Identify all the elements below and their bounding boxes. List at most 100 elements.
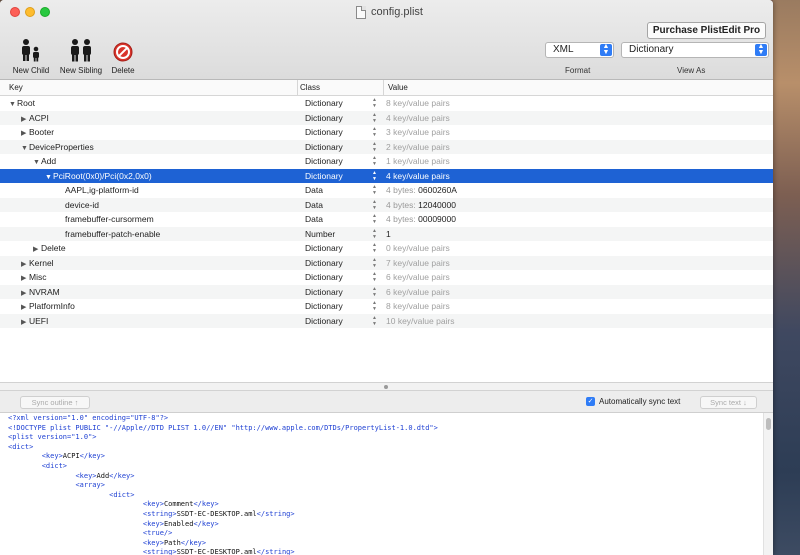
class-stepper-icon[interactable]: ▲ ▼ xyxy=(372,300,377,312)
outline-row[interactable]: framebuffer-patch-enable Number ▲ ▼ 1 xyxy=(0,226,773,242)
row-class[interactable]: Dictionary xyxy=(305,314,343,329)
class-stepper-icon[interactable]: ▲ ▼ xyxy=(372,315,377,327)
class-stepper-icon[interactable]: ▲ ▼ xyxy=(372,170,377,182)
outline-row[interactable]: ▼DeviceProperties Dictionary ▲ ▼ 2 key/value… xyxy=(0,139,773,155)
outline-row[interactable]: ▶ UEFI Dictionary ▲ ▼ 10 key/value pairs xyxy=(0,313,773,331)
format-popup[interactable]: XML ▲ ▼ xyxy=(545,42,614,58)
code-line: <array> xyxy=(8,481,763,491)
row-value-text: 6 key/value pairs xyxy=(386,272,450,282)
sync-text-button[interactable]: Sync text ↓ xyxy=(700,396,757,409)
outline-row[interactable]: ▼PciRoot(0x0)/Pci(0x2,0x0) Dictionary ▲ ▼ 4 … xyxy=(0,168,773,184)
row-class[interactable]: Number xyxy=(305,227,335,242)
zoom-window-button[interactable] xyxy=(40,7,50,17)
outline-row[interactable]: ▶ PlatformInfo Dictionary ▲ ▼ 8 key/value pai… xyxy=(0,299,773,314)
xml-text xyxy=(8,500,143,508)
close-window-button[interactable] xyxy=(10,7,20,17)
outline-row[interactable]: ▶ Booter Dictionary ▲ ▼ 3 key/value pairs xyxy=(0,125,773,140)
new-sibling-button[interactable]: New Sibling xyxy=(55,38,107,75)
auto-sync-checkbox[interactable]: ✓ xyxy=(586,397,595,406)
row-value-text: 0600260A xyxy=(418,185,457,195)
class-stepper-icon[interactable]: ▲ ▼ xyxy=(372,141,377,153)
purchase-button[interactable]: Purchase PlistEdit Pro xyxy=(647,22,766,39)
row-class[interactable]: Dictionary xyxy=(305,125,343,140)
row-value-text: 4 key/value pairs xyxy=(386,170,450,181)
outline-row[interactable]: ▶ NVRAM Dictionary ▲ ▼ 6 key/value pairs xyxy=(0,284,773,300)
row-value[interactable]: 6 key/value pairs xyxy=(386,285,450,300)
row-value[interactable]: 6 key/value pairs xyxy=(386,270,450,285)
format-caption: Format xyxy=(565,66,591,75)
class-stepper-icon[interactable]: ▲ ▼ xyxy=(372,97,377,109)
row-value[interactable]: 4 key/value pairs xyxy=(386,169,450,184)
row-class[interactable]: Dictionary xyxy=(305,96,343,111)
row-class[interactable]: Dictionary xyxy=(305,241,343,256)
class-stepper-icon[interactable]: ▲ ▼ xyxy=(372,112,377,124)
class-stepper-icon[interactable]: ▲ ▼ xyxy=(372,126,377,138)
class-stepper-icon[interactable]: ▲ ▼ xyxy=(372,242,377,254)
minimize-window-button[interactable] xyxy=(25,7,35,17)
row-class[interactable]: Data xyxy=(305,198,323,213)
row-value[interactable]: 4 bytes: 00009000 xyxy=(386,212,456,227)
row-value[interactable]: 7 key/value pairs xyxy=(386,256,450,271)
row-value[interactable]: 4 bytes: 0600260A xyxy=(386,183,457,198)
class-stepper-icon[interactable]: ▲ ▼ xyxy=(372,213,377,225)
pane-splitter[interactable] xyxy=(0,382,773,391)
outline-row[interactable]: ▶ ACPI Dictionary ▲ ▼ 4 key/value pairs xyxy=(0,110,773,126)
row-key-text: AAPL,ig-platform-id xyxy=(65,185,139,195)
row-value[interactable]: 8 key/value pairs xyxy=(386,96,450,111)
editor-scroll-thumb[interactable] xyxy=(766,418,771,430)
code-line: <string>SSDT-EC-DESKTOP.aml</string> xyxy=(8,548,763,555)
row-value[interactable]: 0 key/value pairs xyxy=(386,241,450,256)
outline-row[interactable]: ▶ Delete Dictionary ▲ ▼ 0 key/value pairs xyxy=(0,241,773,256)
outline-row[interactable]: ▼Root Dictionary ▲ ▼ 8 key/value pairs xyxy=(0,96,773,111)
row-value[interactable]: 1 key/value pairs xyxy=(386,154,450,169)
class-stepper-icon[interactable]: ▲ ▼ xyxy=(372,184,377,196)
outline-row[interactable]: device-id Data ▲ ▼ 4 bytes: 12040000 xyxy=(0,197,773,213)
outline-row[interactable]: ▶ Misc Dictionary ▲ ▼ 6 key/value pairs xyxy=(0,270,773,285)
row-value[interactable]: 8 key/value pairs xyxy=(386,299,450,314)
row-class[interactable]: Dictionary xyxy=(305,285,343,300)
code-line: <key>Comment</key> xyxy=(8,500,763,510)
row-value[interactable]: 10 key/value pairs xyxy=(386,314,455,329)
editor-scrollbar[interactable] xyxy=(763,413,773,555)
class-stepper-icon[interactable]: ▲ ▼ xyxy=(372,155,377,167)
delete-button[interactable]: Delete xyxy=(106,38,140,75)
disclosure-closed-icon[interactable]: ▶ xyxy=(21,316,29,331)
row-class[interactable]: Dictionary xyxy=(305,256,343,271)
row-key-text: Kernel xyxy=(29,257,54,268)
outline-row[interactable]: framebuffer-cursormem Data ▲ ▼ 4 bytes: 0000… xyxy=(0,212,773,227)
row-class[interactable]: Data xyxy=(305,212,323,227)
outline-row[interactable]: AAPL,ig-platform-id Data ▲ ▼ 4 bytes: 060026… xyxy=(0,183,773,198)
row-class[interactable]: Dictionary xyxy=(305,111,343,126)
plistedit-window: config.plist Purchase PlistEdit Pro New … xyxy=(0,0,773,555)
row-value[interactable]: 1 xyxy=(386,227,391,242)
column-header-value[interactable]: Value xyxy=(388,83,408,92)
view-as-popup[interactable]: Dictionary ▲ ▼ xyxy=(621,42,769,58)
class-stepper-icon[interactable]: ▲ ▼ xyxy=(372,271,377,283)
new-child-label: New Child xyxy=(12,66,50,75)
xml-text-editor[interactable]: <?xml version="1.0" encoding="UTF-8"?> <!… xyxy=(0,413,763,555)
row-value[interactable]: 4 bytes: 12040000 xyxy=(386,198,456,213)
class-stepper-icon[interactable]: ▲ ▼ xyxy=(372,199,377,211)
class-stepper-icon[interactable]: ▲ ▼ xyxy=(372,228,377,240)
class-stepper-icon[interactable]: ▲ ▼ xyxy=(372,286,377,298)
column-header-key[interactable]: Key xyxy=(9,83,23,92)
class-stepper-icon[interactable]: ▲ ▼ xyxy=(372,257,377,269)
row-class[interactable]: Dictionary xyxy=(305,299,343,314)
outline-row[interactable]: ▶ Kernel Dictionary ▲ ▼ 7 key/value pairs xyxy=(0,255,773,271)
new-child-button[interactable]: New Child xyxy=(7,38,55,75)
column-header-class[interactable]: Class xyxy=(300,83,320,92)
column-divider[interactable] xyxy=(297,80,298,96)
row-class[interactable]: Dictionary xyxy=(305,169,343,184)
xml-text xyxy=(8,472,75,480)
row-value[interactable]: 3 key/value pairs xyxy=(386,125,450,140)
sync-outline-button[interactable]: Sync outline ↑ xyxy=(20,396,90,409)
outline-row[interactable]: ▼Add Dictionary ▲ ▼ 1 key/value pairs xyxy=(0,154,773,169)
auto-sync-toggle[interactable]: ✓ Automatically sync text xyxy=(586,397,680,406)
row-class[interactable]: Dictionary xyxy=(305,154,343,169)
column-divider[interactable] xyxy=(383,80,384,96)
row-class[interactable]: Dictionary xyxy=(305,270,343,285)
row-class[interactable]: Data xyxy=(305,183,323,198)
row-value[interactable]: 4 key/value pairs xyxy=(386,111,450,126)
row-value[interactable]: 2 key/value pairs xyxy=(386,140,450,155)
row-class[interactable]: Dictionary xyxy=(305,140,343,155)
